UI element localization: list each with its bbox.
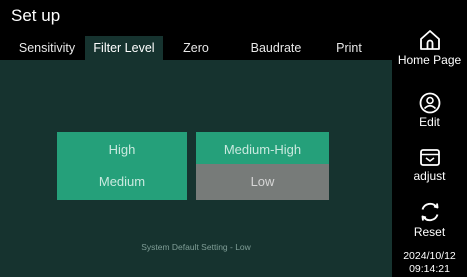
reset-button[interactable]: Reset (392, 200, 467, 239)
home-page-button[interactable]: Home Page (392, 28, 467, 67)
home-page-label: Home Page (397, 53, 462, 67)
time-text: 09:14:21 (409, 263, 450, 275)
user-icon (419, 92, 440, 114)
inbox-icon (419, 149, 440, 166)
page-title: Set up (11, 6, 61, 25)
refresh-icon (421, 202, 438, 222)
adjust-label: adjust (413, 169, 446, 183)
default-setting-note: System Default Setting - Low (141, 242, 251, 252)
edit-label: Edit (419, 115, 440, 129)
tab-baudrate[interactable]: Baudrate (240, 36, 312, 60)
tab-bar: Sensitivity Filter Level Zero Baudrate P… (0, 36, 392, 60)
edit-button[interactable]: Edit (392, 92, 467, 129)
option-medium-button[interactable]: Medium (57, 164, 187, 200)
tab-sensitivity[interactable]: Sensitivity (9, 36, 85, 60)
reset-label: Reset (413, 225, 446, 239)
filter-level-panel: High Medium-High Medium Low System Defau… (0, 60, 392, 277)
date-text: 2024/10/12 (403, 250, 456, 262)
tab-zero[interactable]: Zero (172, 36, 220, 60)
datetime-display: 2024/10/12 09:14:21 (392, 250, 467, 276)
option-low-button[interactable]: Low (196, 164, 329, 200)
tab-filter-level[interactable]: Filter Level (85, 36, 163, 60)
adjust-button[interactable]: adjust (392, 146, 467, 183)
option-medium-high-button[interactable]: Medium-High (196, 132, 329, 168)
app-window: Set up Sensitivity Filter Level Zero Bau… (0, 0, 467, 277)
tab-print[interactable]: Print (325, 36, 373, 60)
home-icon (419, 30, 440, 50)
option-high-button[interactable]: High (57, 132, 187, 168)
sidebar: Home Page Edit adjust Reset 2024/10/12 0… (392, 0, 467, 277)
